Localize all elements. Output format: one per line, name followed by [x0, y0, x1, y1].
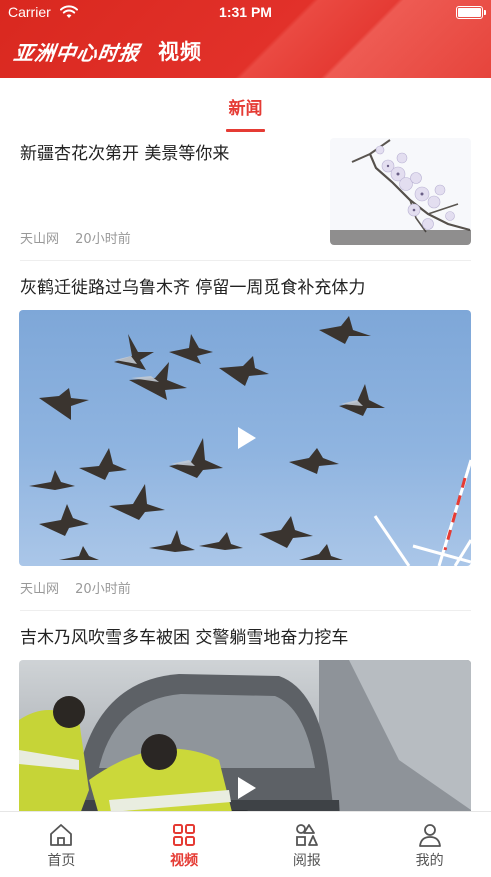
news-feed[interactable]: 新疆杏花次第开 美景等你来 天山网 20小时前 灰鹤迁徙路过乌鲁木齐 停留一周觅…: [0, 134, 491, 811]
nav-video[interactable]: 视频: [123, 812, 246, 877]
divider: [20, 260, 471, 261]
brand-logo: 亚洲中心时报: [12, 40, 142, 65]
tab-news[interactable]: 新闻: [0, 94, 491, 119]
clock: 1:31 PM: [219, 4, 272, 20]
person-icon: [418, 824, 441, 847]
home-icon: [50, 824, 73, 846]
news-source: 天山网: [20, 232, 60, 247]
nav-home[interactable]: 首页: [0, 812, 123, 877]
nav-video-label: 视频: [170, 853, 199, 869]
page-title: 视频: [158, 40, 202, 64]
news-time: 20小时前: [75, 582, 131, 597]
news-item-title[interactable]: 灰鹤迁徙路过乌鲁木齐 停留一周觅食补充体力: [20, 276, 365, 300]
nav-home-label: 首页: [47, 853, 76, 869]
tab-active-indicator: [226, 129, 265, 132]
status-bar: Carrier 1:31 PM: [0, 0, 491, 26]
shapes-icon: [295, 824, 318, 846]
news-item-meta: 天山网 20小时前: [20, 228, 131, 247]
nav-read-label: 阅报: [292, 853, 321, 869]
nav-read[interactable]: 阅报: [246, 812, 369, 877]
news-source: 天山网: [20, 582, 60, 597]
brand: 亚洲中心时报 视频: [12, 36, 202, 66]
grid-icon: [173, 824, 196, 846]
battery-icon: [456, 6, 486, 19]
bottom-nav: 首页 视频 阅报 我的: [0, 811, 491, 877]
news-item-title: 新疆杏花次第开 美景等你来: [20, 144, 230, 164]
play-icon[interactable]: [238, 777, 256, 799]
play-icon[interactable]: [238, 427, 256, 449]
news-item[interactable]: 新疆杏花次第开 美景等你来 天山网 20小时前: [0, 134, 491, 260]
news-item-meta: 天山网 20小时前: [20, 578, 131, 597]
news-item-title[interactable]: 吉木乃风吹雪多车被困 交警躺雪地奋力挖车: [20, 626, 348, 650]
news-time: 20小时前: [75, 232, 131, 247]
category-tabs: 新闻: [0, 78, 491, 134]
nav-me[interactable]: 我的: [368, 812, 491, 877]
video-player[interactable]: [19, 310, 471, 566]
video-player[interactable]: [19, 660, 471, 811]
app-header: Carrier 1:31 PM 亚洲中心时报 视频: [0, 0, 491, 78]
news-thumbnail[interactable]: [330, 138, 471, 245]
nav-me-label: 我的: [415, 853, 444, 869]
divider: [20, 610, 471, 611]
